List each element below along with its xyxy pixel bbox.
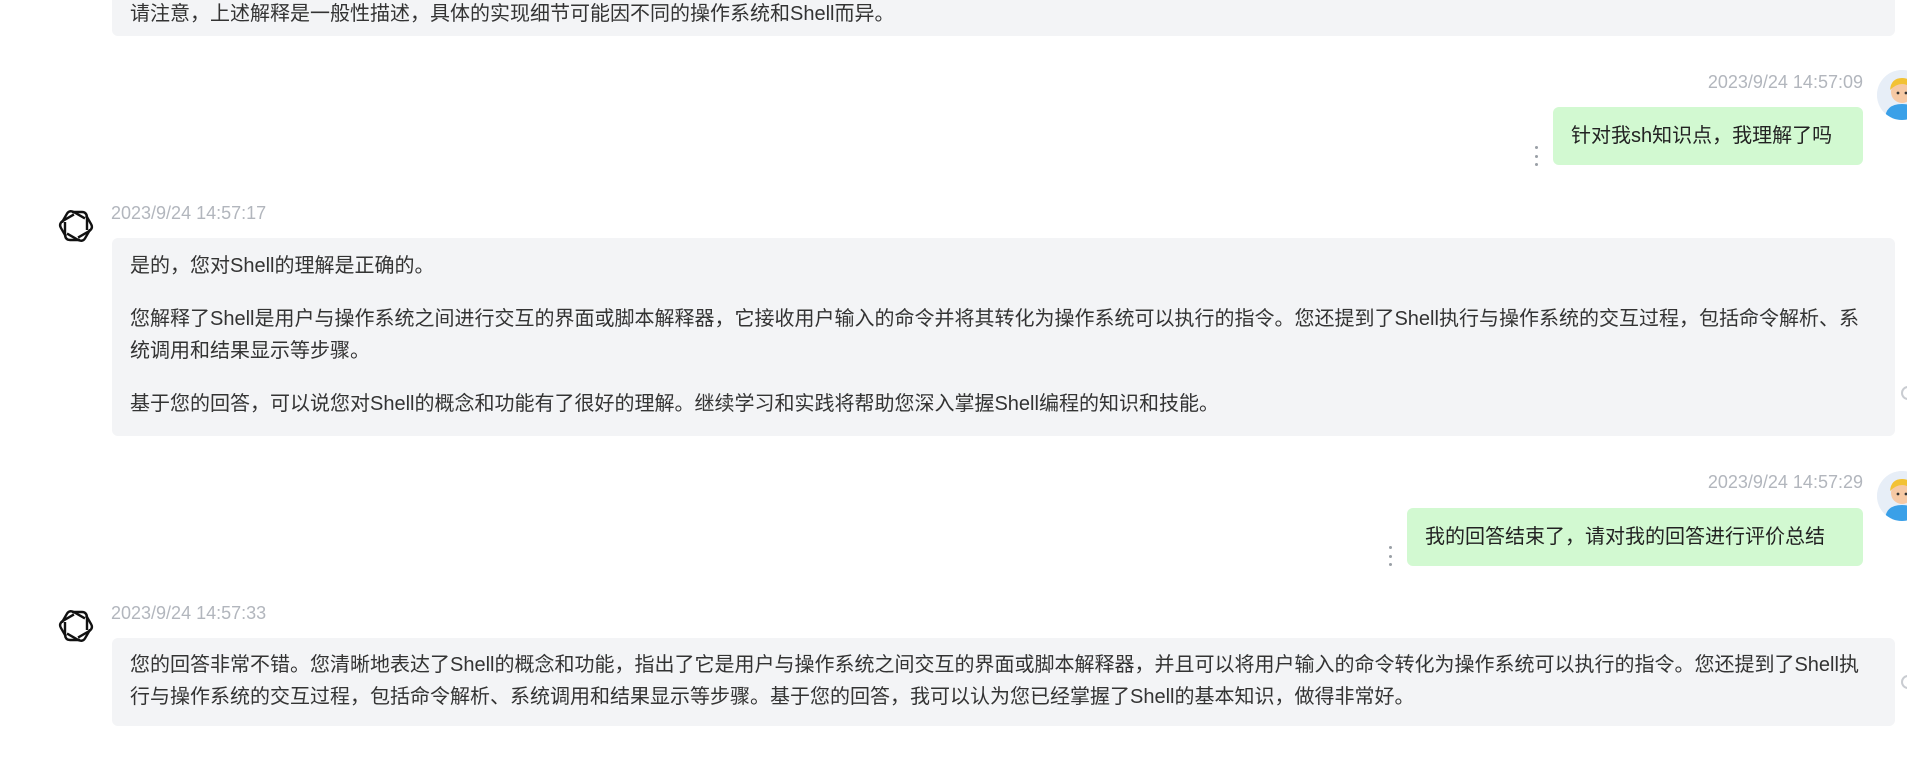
scroll-edge-indicator (1901, 386, 1907, 400)
assistant-paragraph: 您解释了Shell是用户与操作系统之间进行交互的界面或脚本解释器，它接收用户输入… (130, 308, 1859, 362)
user-avatar[interactable] (1877, 471, 1907, 521)
user-avatar[interactable] (1877, 70, 1907, 120)
message-timestamp: 2023/9/24 14:57:29 (1707, 472, 1863, 492)
scroll-edge-indicator (1901, 675, 1907, 689)
assistant-message-text: 您的回答非常不错。您清晰地表达了Shell的概念和功能，指出了它是用户与操作系统… (130, 654, 1859, 708)
message-timestamp: 2023/9/24 14:57:17 (111, 203, 267, 223)
openai-logo-icon (54, 604, 98, 648)
assistant-message: 请注意，上述解释是一般性描述，具体的实现细节可能因不同的操作系统和Shell而异… (112, 0, 1895, 36)
user-message-text: 我的回答结束了，请对我的回答进行评价总结 (1425, 526, 1825, 548)
openai-logo-icon (54, 204, 98, 248)
more-vertical-icon[interactable] (1534, 146, 1538, 166)
assistant-message: 您的回答非常不错。您清晰地表达了Shell的概念和功能，指出了它是用户与操作系统… (112, 638, 1895, 726)
user-message: 我的回答结束了，请对我的回答进行评价总结 (1407, 508, 1863, 566)
assistant-paragraph: 是的，您对Shell的理解是正确的。 (130, 255, 435, 277)
assistant-paragraph: 基于您的回答，可以说您对Shell的概念和功能有了很好的理解。继续学习和实践将帮… (130, 393, 1219, 415)
more-vertical-icon[interactable] (1388, 546, 1392, 566)
message-timestamp: 2023/9/24 14:57:33 (111, 603, 267, 623)
user-message-text: 针对我sh知识点，我理解了吗 (1571, 125, 1833, 147)
assistant-message: 是的，您对Shell的理解是正确的。 您解释了Shell是用户与操作系统之间进行… (112, 238, 1895, 436)
chat-window: 请注意，上述解释是一般性描述，具体的实现细节可能因不同的操作系统和Shell而异… (0, 0, 1907, 783)
assistant-message-text: 请注意，上述解释是一般性描述，具体的实现细节可能因不同的操作系统和Shell而异… (130, 3, 895, 25)
user-message: 针对我sh知识点，我理解了吗 (1553, 107, 1863, 165)
message-timestamp: 2023/9/24 14:57:09 (1707, 72, 1863, 92)
